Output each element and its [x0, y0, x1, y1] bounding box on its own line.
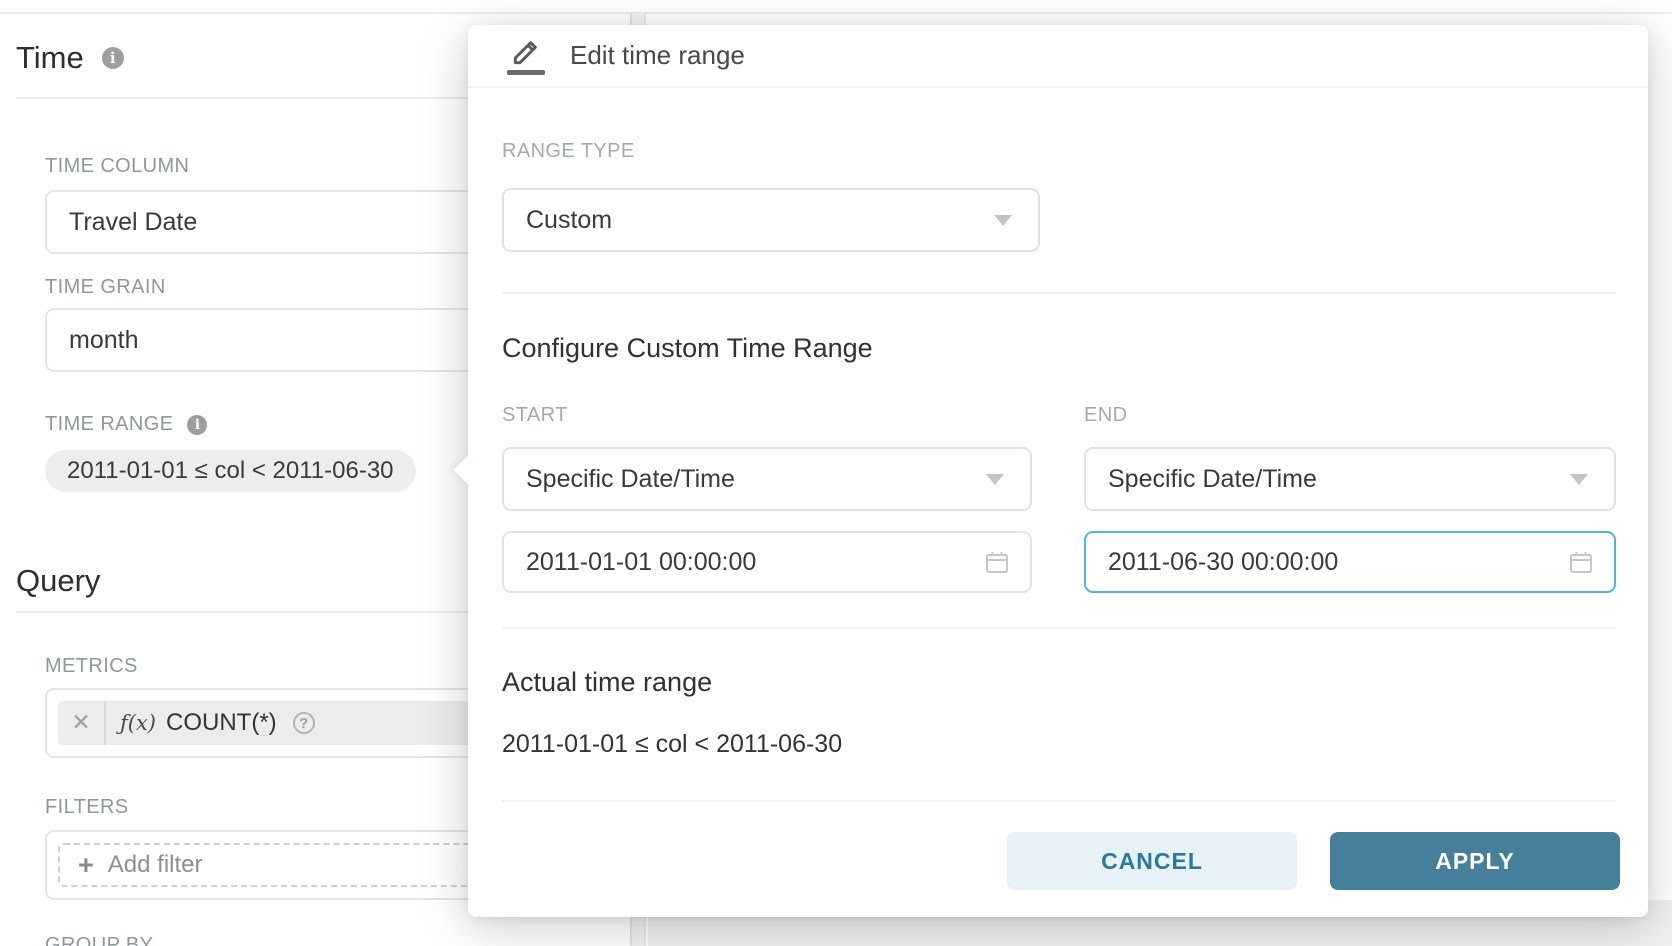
- end-label: END: [1084, 404, 1127, 427]
- info-icon-glyph: i: [195, 418, 200, 432]
- plus-icon: +: [78, 852, 94, 879]
- chevron-down-icon: [1570, 474, 1588, 485]
- info-icon-glyph: i: [110, 51, 116, 66]
- section-divider: [502, 627, 1616, 629]
- edit-pencil-icon: [506, 36, 546, 75]
- start-mode-value: Specific Date/Time: [526, 465, 735, 494]
- function-icon: ƒ(x): [120, 711, 156, 735]
- time-range-header: TIME RANGE i: [45, 413, 207, 436]
- start-label: START: [502, 404, 568, 427]
- calendar-icon[interactable]: [984, 549, 1010, 575]
- popover-header: Edit time range: [468, 25, 1648, 88]
- end-datetime-input[interactable]: [1086, 532, 1568, 592]
- info-icon[interactable]: i: [102, 47, 124, 69]
- time-column-label: TIME COLUMN: [45, 155, 189, 178]
- end-datetime-field: [1084, 531, 1616, 593]
- time-grain-value: month: [69, 326, 138, 355]
- time-section-header: Time i: [16, 40, 124, 76]
- query-section-title: Query: [16, 563, 100, 599]
- time-range-pill[interactable]: 2011-01-01 ≤ col < 2011-06-30: [45, 450, 416, 492]
- group-by-label: GROUP BY: [45, 934, 153, 946]
- end-mode-value: Specific Date/Time: [1108, 465, 1317, 494]
- time-range-label: TIME RANGE: [45, 413, 173, 436]
- start-datetime-field: [502, 531, 1032, 593]
- edit-time-range-popover: Edit time range RANGE TYPE Custom Config…: [468, 25, 1648, 917]
- footer-divider: [502, 800, 1616, 802]
- metrics-label: METRICS: [45, 655, 138, 678]
- range-type-select[interactable]: Custom: [502, 188, 1040, 252]
- section-divider: [502, 292, 1616, 294]
- time-range-value: 2011-01-01 ≤ col < 2011-06-30: [67, 457, 394, 485]
- top-divider: [0, 12, 1672, 14]
- popover-title: Edit time range: [570, 40, 745, 71]
- time-section-title: Time: [16, 40, 84, 76]
- time-grain-label: TIME GRAIN: [45, 276, 166, 299]
- start-mode-select[interactable]: Specific Date/Time: [502, 447, 1032, 511]
- range-type-label: RANGE TYPE: [502, 140, 635, 163]
- chevron-down-icon: [994, 215, 1012, 226]
- chevron-down-icon: [986, 474, 1004, 485]
- range-type-value: Custom: [526, 206, 612, 235]
- metric-value: COUNT(*): [166, 709, 277, 737]
- help-icon[interactable]: ?: [293, 712, 315, 734]
- info-icon[interactable]: i: [187, 415, 207, 435]
- start-datetime-input[interactable]: [504, 532, 984, 592]
- actual-range-value: 2011-01-01 ≤ col < 2011-06-30: [502, 730, 842, 759]
- calendar-icon[interactable]: [1568, 549, 1594, 575]
- time-column-value: Travel Date: [69, 208, 197, 237]
- popover-arrow: [453, 454, 484, 485]
- filters-label: FILTERS: [45, 796, 129, 819]
- explore-page: Time i TIME COLUMN Travel Date TIME GRAI…: [0, 0, 1672, 946]
- configure-heading: Configure Custom Time Range: [502, 333, 873, 364]
- apply-button[interactable]: APPLY: [1330, 832, 1620, 890]
- actual-range-heading: Actual time range: [502, 667, 712, 698]
- cancel-button[interactable]: CANCEL: [1007, 832, 1297, 890]
- end-mode-select[interactable]: Specific Date/Time: [1084, 447, 1616, 511]
- remove-metric-icon[interactable]: ✕: [58, 701, 106, 745]
- add-filter-label: Add filter: [108, 851, 203, 879]
